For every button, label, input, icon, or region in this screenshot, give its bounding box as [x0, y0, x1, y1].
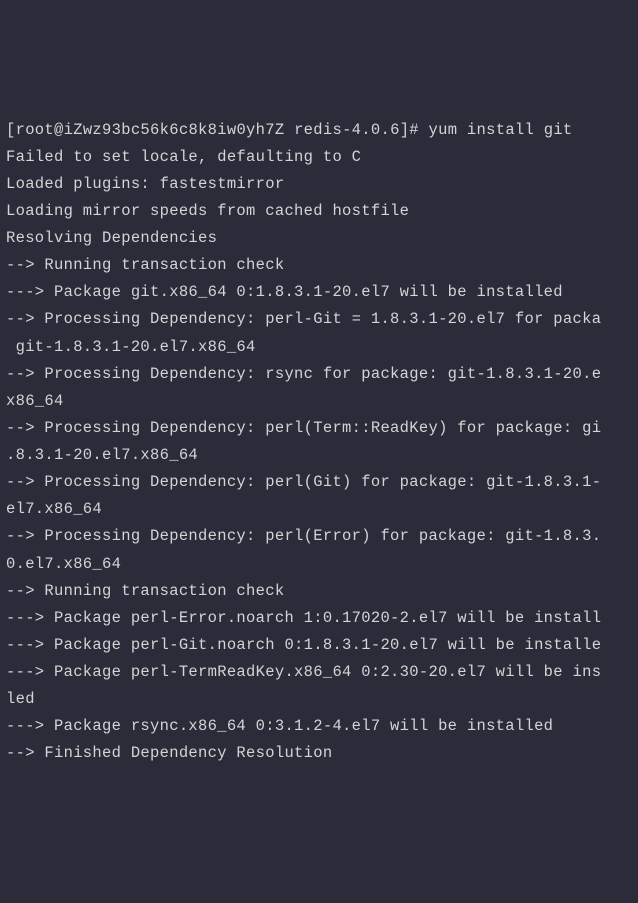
output-line: --> Finished Dependency Resolution [6, 740, 632, 767]
prompt-close-bracket: ]# [400, 121, 419, 139]
output-line: --> Processing Dependency: perl(Term::Re… [6, 415, 632, 442]
output-line: ---> Package git.x86_64 0:1.8.3.1-20.el7… [6, 279, 632, 306]
terminal-output: [root@iZwz93bc56k6c8k8iw0yh7Z redis-4.0.… [6, 117, 632, 768]
output-line: git-1.8.3.1-20.el7.x86_64 [6, 334, 632, 361]
output-line: Failed to set locale, defaulting to C [6, 144, 632, 171]
output-line: Loaded plugins: fastestmirror [6, 171, 632, 198]
output-line: ---> Package rsync.x86_64 0:3.1.2-4.el7 … [6, 713, 632, 740]
prompt-dir: redis-4.0.6 [294, 121, 400, 139]
command-text: yum install git [429, 121, 573, 139]
prompt-host: iZwz93bc56k6c8k8iw0yh7Z [64, 121, 285, 139]
output-line: Resolving Dependencies [6, 225, 632, 252]
output-line: --> Processing Dependency: perl(Error) f… [6, 523, 632, 550]
output-line: Loading mirror speeds from cached hostfi… [6, 198, 632, 225]
output-line: --> Processing Dependency: perl-Git = 1.… [6, 306, 632, 333]
prompt-user: root [16, 121, 54, 139]
prompt-line: [root@iZwz93bc56k6c8k8iw0yh7Z redis-4.0.… [6, 117, 632, 144]
prompt-at: @ [54, 121, 64, 139]
output-line: el7.x86_64 [6, 496, 632, 523]
output-line: ---> Package perl-TermReadKey.x86_64 0:2… [6, 659, 632, 686]
output-line: ---> Package perl-Error.noarch 1:0.17020… [6, 605, 632, 632]
output-line: --> Processing Dependency: rsync for pac… [6, 361, 632, 388]
output-line: x86_64 [6, 388, 632, 415]
output-line: 0.el7.x86_64 [6, 551, 632, 578]
prompt-open-bracket: [ [6, 121, 16, 139]
output-line: --> Processing Dependency: perl(Git) for… [6, 469, 632, 496]
output-line: ---> Package perl-Git.noarch 0:1.8.3.1-2… [6, 632, 632, 659]
output-line: --> Running transaction check [6, 252, 632, 279]
output-line: --> Running transaction check [6, 578, 632, 605]
output-line: led [6, 686, 632, 713]
output-line: .8.3.1-20.el7.x86_64 [6, 442, 632, 469]
